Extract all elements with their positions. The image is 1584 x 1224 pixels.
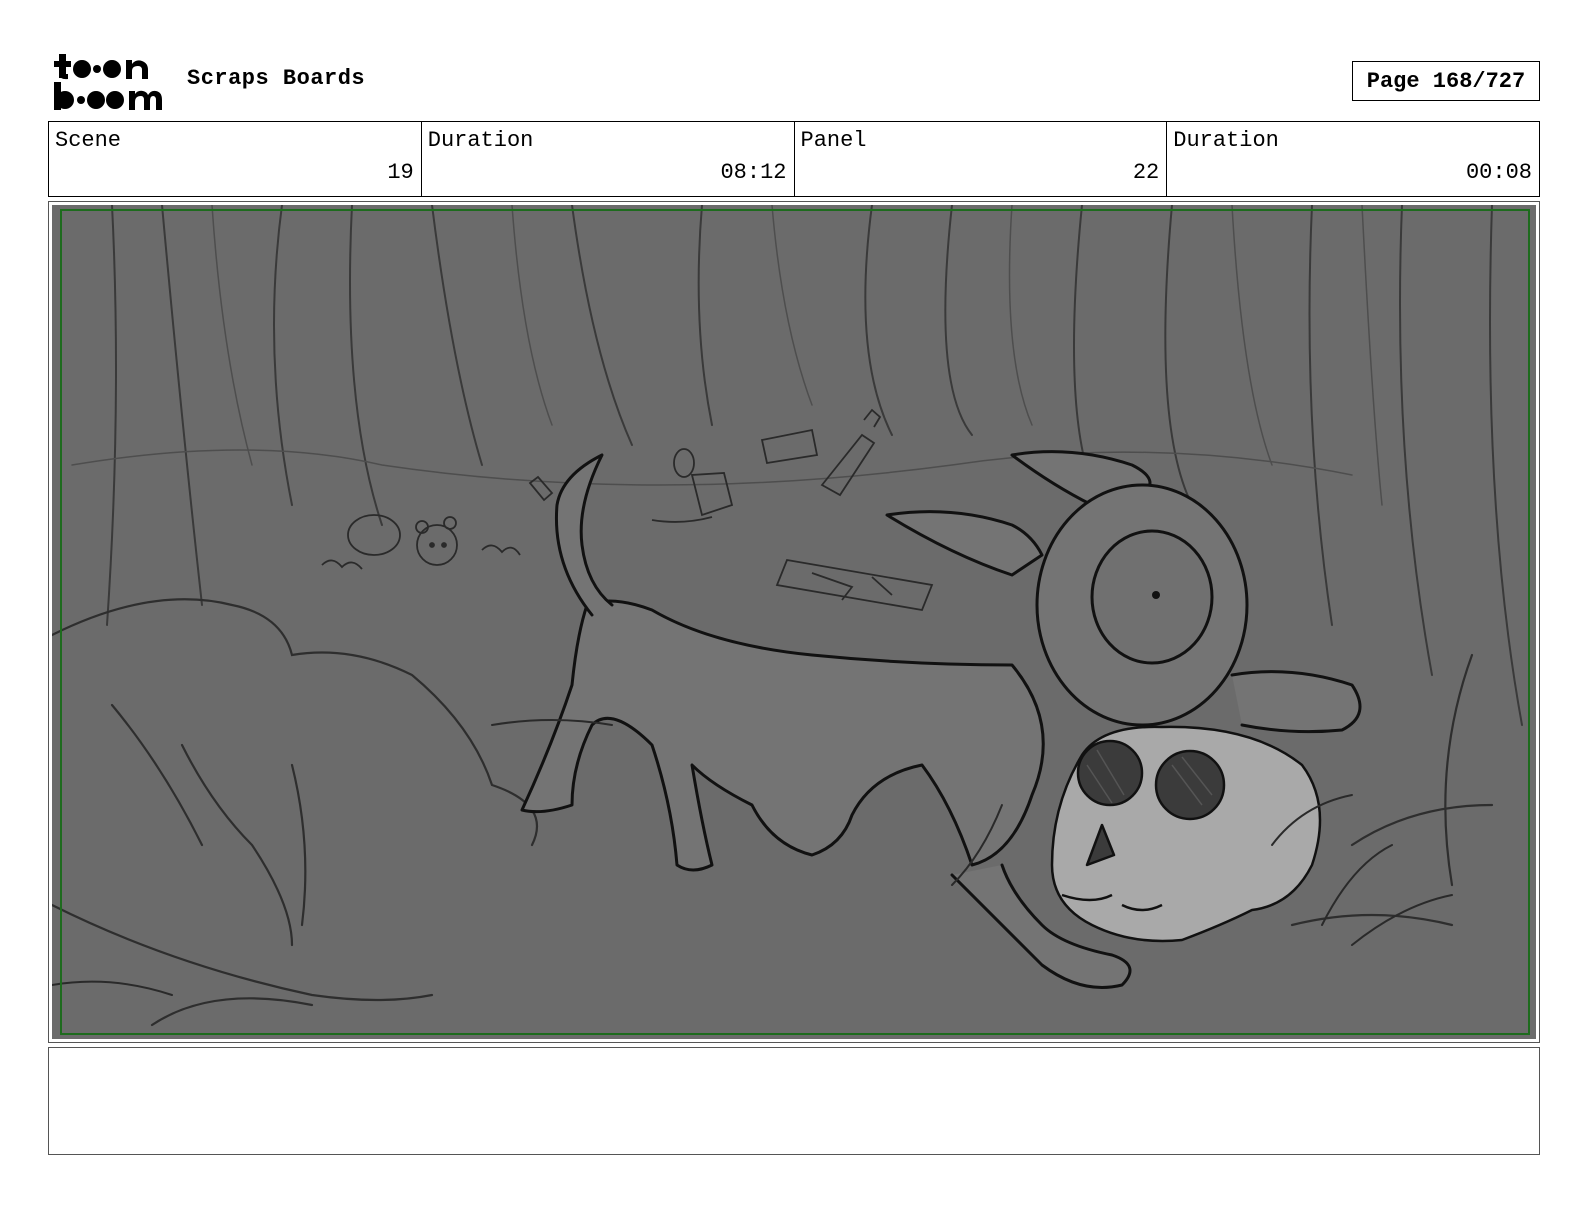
scene-info-bar: Scene 19 Duration 08:12 Panel 22 Duratio… xyxy=(48,121,1540,197)
panel-duration-cell: Duration 00:08 xyxy=(1167,122,1539,196)
panel-duration-value: 00:08 xyxy=(1465,160,1532,185)
scene-cell: Scene 19 xyxy=(49,122,422,196)
scene-duration-label: Duration xyxy=(427,128,534,153)
panel-cell: Panel 22 xyxy=(795,122,1168,196)
panel-duration-label: Duration xyxy=(1173,128,1279,153)
panel-notes-box[interactable] xyxy=(48,1047,1540,1155)
scene-value: 19 xyxy=(387,160,414,185)
panel-label: Panel xyxy=(800,128,867,153)
scene-duration-cell: Duration 08:12 xyxy=(422,122,795,196)
storyboard-panel-image xyxy=(52,205,1536,1039)
scene-duration-value: 08:12 xyxy=(720,160,787,185)
board-title: Scraps Boards xyxy=(187,66,366,91)
sketch-drawing xyxy=(52,205,1536,1039)
page-indicator: Page 168/727 xyxy=(1352,61,1540,101)
panel-value: 22 xyxy=(1132,160,1160,185)
toon-boom-logo xyxy=(54,54,162,110)
scene-label: Scene xyxy=(55,128,122,153)
